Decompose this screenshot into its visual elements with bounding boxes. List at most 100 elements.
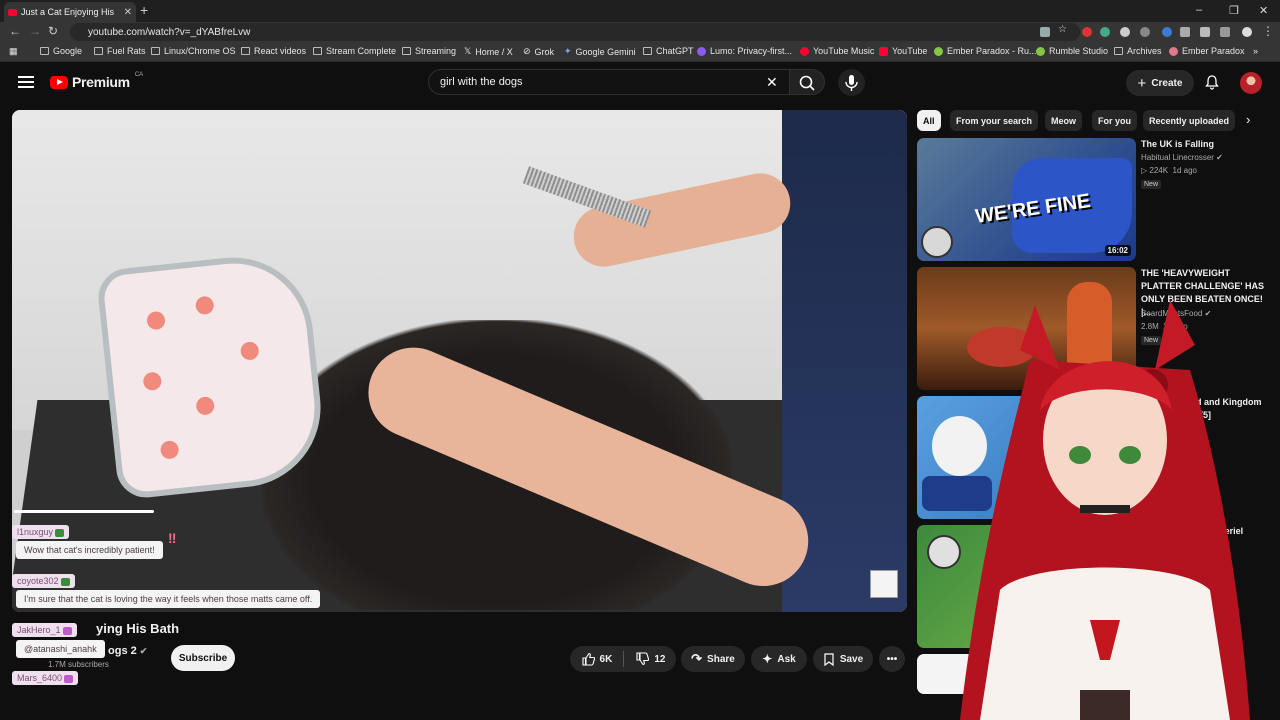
youtube-logo[interactable]: Premium CA [50,72,144,90]
thumbs-down-icon [636,652,650,666]
extension-icon[interactable] [1120,27,1130,37]
search-input[interactable]: girl with the dogs [428,69,790,95]
url-field[interactable]: youtube.com/watch?v=_dYABfreLvw [70,23,1080,41]
sidepanel-icon[interactable] [1200,27,1210,37]
install-app-icon[interactable] [1040,27,1050,37]
heart-exclaim-icon: ‼ [168,530,177,546]
bookmark-youtube-music[interactable]: YouTube Music [800,46,874,56]
bookmark-gemini[interactable]: ✦ Google Gemini [564,46,636,57]
clear-search-icon[interactable]: ✕ [766,74,778,91]
bookmark-label: Google Gemini [575,46,636,57]
browser-tab[interactable]: Just a Cat Enjoying His ✕ [4,2,136,22]
video-player[interactable] [12,110,907,612]
profile-icon[interactable] [1242,27,1252,37]
bookmark-ember-paradox-rumble[interactable]: Ember Paradox - Ru... [934,46,1037,56]
download-icon[interactable] [1220,27,1230,37]
emote-icon [55,528,65,537]
bookmark-google[interactable]: Google [40,46,82,56]
chip-all[interactable]: All [917,110,941,131]
bookmark-label: Fuel Rats [107,46,146,56]
close-tab-icon[interactable]: ✕ [124,7,132,18]
bookmark-archives[interactable]: Archives [1114,46,1162,56]
chip-for-you[interactable]: For you [1092,110,1137,131]
extension-icon[interactable] [1162,27,1172,37]
dislike-count: 12 [654,653,666,665]
chip-meow[interactable]: Meow [1045,110,1083,131]
chat-divider [14,510,154,513]
ask-button[interactable]: ✦ Ask [751,646,807,672]
bookmark-label: Archives [1127,46,1162,56]
reload-icon[interactable]: ↻ [48,24,58,38]
search-icon [799,75,815,91]
more-actions-button[interactable]: ••• [879,646,905,672]
bookmark-label: Ember Paradox [1182,46,1245,56]
subscriber-count: 1.7M subscribers [48,660,109,669]
bookmark-star-icon[interactable]: ☆ [1058,24,1068,35]
back-arrow-icon[interactable]: ← [9,24,21,38]
emote-icon [64,674,74,683]
thumbs-up-icon [581,652,595,666]
search-button[interactable] [789,69,825,95]
bookmark-label: Linux/Chrome OS [164,46,236,56]
maximize-button[interactable]: ❐ [1229,4,1239,17]
browser-menu-icon[interactable]: ⋮ [1262,24,1274,38]
region-code: CA [134,72,144,78]
extension-icon[interactable] [1140,27,1150,37]
chevron-right-icon[interactable]: › [1246,112,1250,127]
close-window-button[interactable]: ✕ [1259,4,1268,17]
voice-search-button[interactable] [838,69,865,96]
channel-text: Habitual Linecrosser [1141,153,1214,162]
channel-watermark[interactable] [870,570,898,598]
youtube-header: Premium CA girl with the dogs ✕ + Create [0,62,1280,104]
bookmark-ember-paradox[interactable]: Ember Paradox [1169,46,1245,56]
bookmark-rumble-studio[interactable]: Rumble Studio [1036,46,1108,56]
address-bar-row: ← → ↻ youtube.com/watch?v=_dYABfreLvw ☆ … [0,22,1280,42]
extension-icon[interactable] [1100,27,1110,37]
menu-hamburger-icon[interactable] [18,76,34,88]
minimize-button[interactable]: – [1196,4,1202,16]
bookmark-fuel-rats[interactable]: Fuel Rats [94,46,146,56]
dislike-button[interactable]: 12 [635,652,665,666]
channel-name-text: ogs 2 [108,645,137,657]
recommendation-channel[interactable]: Habitual Linecrosser ✔ [1141,153,1223,162]
avatar-icon [1169,46,1178,56]
forward-arrow-icon[interactable]: → [29,24,41,38]
like-button[interactable]: 6K [581,652,612,666]
chip-recently-uploaded[interactable]: Recently uploaded [1143,110,1236,131]
bookmark-label: Lumo: Privacy-first... [710,46,793,56]
bookmark-react-videos[interactable]: React videos [241,46,306,56]
rumble-icon [934,46,943,56]
thumbnail[interactable]: WE'RE FINE 16:02 [917,138,1136,261]
chat-username-text: l1nuxguy [17,527,54,537]
microphone-icon [845,75,858,91]
create-button[interactable]: + Create [1126,70,1194,96]
bookmark-home-x[interactable]: 𝕏 Home / X [464,46,513,57]
recommendation-title[interactable]: The UK is Falling [1141,138,1271,151]
account-avatar[interactable] [1240,72,1262,94]
new-tab-button[interactable]: + [140,2,148,18]
share-button[interactable]: ↷ Share [681,646,745,672]
bookmark-grok[interactable]: ⊘ Grok [523,46,554,57]
bookmark-linux[interactable]: Linux/Chrome OS [151,46,236,56]
search-query-text: girl with the dogs [440,76,523,88]
notifications-bell-icon[interactable] [1204,74,1220,90]
bookmark-chatgpt[interactable]: ChatGPT [643,46,694,56]
bookmarks-bar: ▦ Google Fuel Rats Linux/Chrome OS React… [0,42,1280,62]
bookmark-save-icon [824,652,834,666]
plus-icon: + [1137,74,1147,92]
extension-icon[interactable] [1082,27,1092,37]
bookmark-stream-complete[interactable]: Stream Complete [313,46,396,56]
channel-name[interactable]: ogs 2 ✔ [108,645,147,657]
extensions-puzzle-icon[interactable] [1180,27,1190,37]
save-button[interactable]: Save [813,646,873,672]
more-bookmarks-icon[interactable]: » [1253,46,1258,56]
bookmark-lumo[interactable]: Lumo: Privacy-first... [697,46,792,56]
chip-from-your-search[interactable]: From your search [950,110,1039,131]
create-label: Create [1151,77,1183,89]
bookmark-streaming[interactable]: Streaming [402,46,456,56]
subscribe-button[interactable]: Subscribe [171,645,235,671]
folder-icon [151,47,160,55]
bookmark-youtube[interactable]: YouTube [879,46,927,56]
emote-icon [62,626,72,635]
apps-grid-icon[interactable]: ▦ [9,46,18,57]
